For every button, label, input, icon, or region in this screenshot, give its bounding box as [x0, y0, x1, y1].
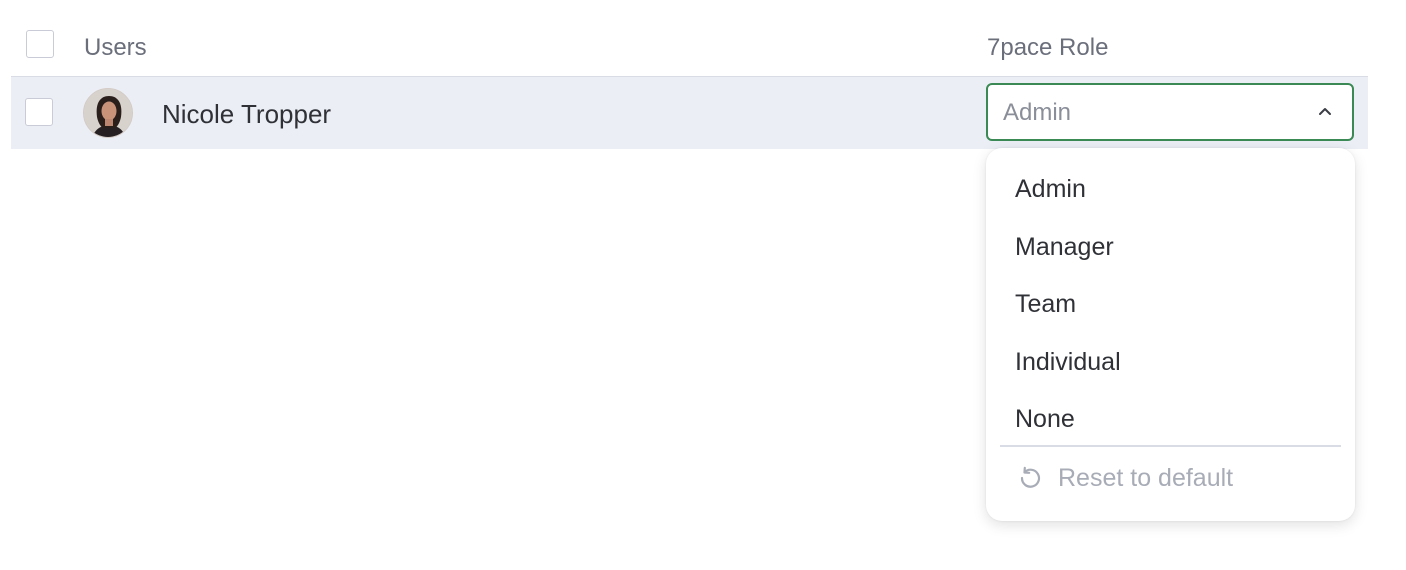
user-avatar — [84, 89, 132, 137]
role-option-manager[interactable]: Manager — [1015, 233, 1114, 262]
table-row[interactable]: Nicole Tropper Admin — [11, 77, 1368, 149]
role-option-none[interactable]: None — [1015, 405, 1075, 434]
role-option-individual[interactable]: Individual — [1015, 348, 1121, 377]
reset-label: Reset to default — [1058, 463, 1234, 492]
reset-icon — [1020, 466, 1041, 488]
select-all-checkbox[interactable] — [26, 30, 54, 58]
row-checkbox[interactable] — [25, 98, 53, 126]
role-dropdown-menu: Admin Manager Team Individual None Reset… — [986, 148, 1355, 521]
role-option-team[interactable]: Team — [1015, 290, 1076, 319]
reset-to-default-button[interactable]: Reset to default — [1017, 462, 1233, 494]
role-select-value: Admin — [1003, 99, 1072, 126]
chevron-up-icon[interactable] — [1316, 103, 1334, 121]
user-name[interactable]: Nicole Tropper — [162, 99, 331, 130]
user-roles-page: Users 7pace Role Nicole Tropper Admin Ad… — [0, 0, 1406, 570]
role-column-header: 7pace Role — [987, 34, 1109, 61]
menu-divider — [1000, 445, 1341, 447]
table-header: Users 7pace Role — [11, 18, 1368, 77]
role-option-admin[interactable]: Admin — [1015, 175, 1086, 204]
avatar — [83, 88, 133, 138]
role-select[interactable]: Admin — [986, 83, 1354, 141]
users-column-header: Users — [84, 34, 147, 61]
